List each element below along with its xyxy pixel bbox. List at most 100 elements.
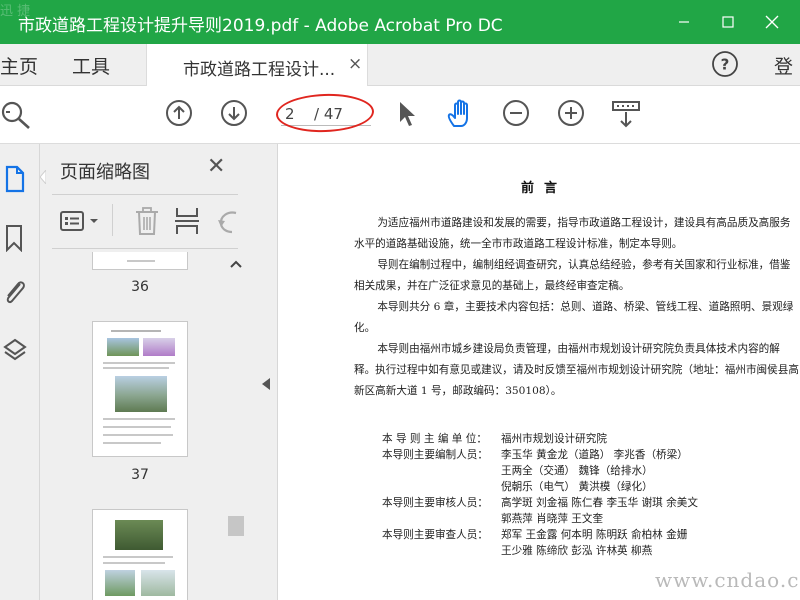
select-arrow-icon[interactable] [397, 100, 417, 128]
staff-role: 本导则主要编制人员： [382, 449, 488, 461]
title-bar: 迅 捷 市政道路工程设计提升导则2019.pdf - Adobe Acrobat… [0, 0, 800, 44]
thumbnail-photo [143, 338, 175, 356]
zoom-out-icon[interactable] [502, 99, 530, 127]
document-tab[interactable]: 市政道路工程设计... × [146, 44, 368, 87]
page-thumbnails-icon[interactable] [4, 165, 26, 193]
help-icon[interactable]: ? [711, 50, 739, 78]
attachment-icon[interactable] [2, 278, 28, 308]
page-thumbnail-38[interactable] [92, 509, 188, 600]
staff-row: 本导则主要审查人员： 郑军 王金露 何本明 陈明跃 俞柏林 金姗 [382, 527, 698, 543]
minimize-button[interactable] [662, 4, 706, 40]
panel-collapse-strip[interactable] [254, 144, 278, 600]
maximize-button[interactable] [706, 4, 750, 40]
panel-pointer-icon [40, 170, 46, 184]
staff-row: 王少雅 陈缔欣 彭泓 许林英 柳燕 [382, 543, 698, 559]
staff-names: 王两全（交通） 魏锋（给排水） [501, 465, 653, 477]
thumbnail-text-line [111, 330, 161, 332]
scroll-mode-icon[interactable] [611, 100, 641, 130]
page-heading: 前言 [520, 181, 567, 196]
staff-list: 本 导 则 主 编 单 位： 福州市规划设计研究院 本导则主要编制人员： 李玉华 黄… [382, 431, 698, 559]
document-tab-close-button[interactable]: × [348, 54, 362, 74]
paragraph: 本导则共分 6 章，主要技术内容包括：总则、道路、桥梁、管线工程、道路照明、景观… [354, 301, 794, 334]
document-page: 前言 为适应福州市道路建设和发展的需要，指导市政道路工程设计，建设具有高品质及高… [278, 144, 800, 600]
scrollbar-thumb[interactable] [228, 516, 244, 536]
divider [52, 248, 238, 249]
divider [52, 194, 238, 195]
thumbnail-options-icon[interactable] [59, 208, 103, 234]
next-page-icon[interactable] [220, 99, 248, 127]
document-tab-label: 市政道路工程设计... [183, 60, 336, 80]
document-viewer[interactable]: 前言 为适应福州市道路建设和发展的需要，指导市政道路工程设计，建设具有高品质及高… [278, 144, 800, 600]
page-thumbnails-panel: 页面缩略图 ✕ 36 37 [40, 144, 254, 600]
sign-in-button[interactable]: 登 [774, 52, 793, 79]
thumbnail-text-line [103, 556, 173, 558]
staff-role [382, 463, 501, 479]
maximize-icon [722, 16, 734, 28]
staff-row: 本导则主要审核人员： 高学斑 刘金福 陈仁春 李玉华 谢琪 余美文 [382, 495, 698, 511]
thumbnail-photo [141, 570, 175, 596]
thumbnails-close-button[interactable]: ✕ [207, 154, 225, 179]
staff-names: 郑军 王金露 何本明 陈明跃 俞柏林 金姗 [501, 529, 688, 541]
staff-names: 郭燕萍 肖晓萍 王文奎 [501, 513, 604, 525]
page-thumbnail-number: 37 [131, 467, 149, 483]
thumbnail-text-line [103, 426, 171, 428]
site-watermark: www.cndao.com [655, 568, 800, 592]
tools-tab[interactable]: 工具 [72, 52, 110, 79]
staff-row: 王两全（交通） 魏锋（给排水） [382, 463, 698, 479]
help-icon-glyph: ? [721, 56, 730, 74]
staff-names: 高学斑 刘金福 陈仁春 李玉华 谢琪 余美文 [501, 497, 698, 509]
staff-role [382, 511, 501, 527]
search-icon[interactable] [0, 99, 34, 131]
thumbnail-text-line [103, 362, 175, 364]
menu-bar: 主页 工具 市政道路工程设计... × ? 登 [0, 44, 800, 87]
staff-role: 本导则主要审查人员： [382, 529, 488, 541]
zoom-in-icon[interactable] [557, 99, 585, 127]
thumbnail-photo [115, 376, 167, 412]
thumbnail-text-line [103, 418, 175, 420]
thumbnail-text-line [127, 260, 155, 262]
thumbnail-photo [107, 338, 139, 356]
close-icon [765, 15, 779, 29]
staff-names: 福州市规划设计研究院 [501, 433, 607, 445]
delete-page-icon[interactable] [134, 206, 160, 236]
paragraph: 本导则由福州市城乡建设局负责管理，由福州市规划设计研究院负责具体技术内容的解释。… [354, 343, 799, 397]
thumbnail-photo [105, 570, 135, 596]
paragraph: 导则在编制过程中，编制组经调查研究，认真总结经验，参考有关国家和行业标准，借鉴相… [354, 259, 791, 292]
staff-row: 倪朝乐（电气） 黄洪模（绿化） [382, 479, 698, 495]
thumbnail-text-line [103, 434, 173, 436]
page-thumbnail-37[interactable] [92, 321, 188, 457]
thumbnails-title: 页面缩略图 [60, 162, 150, 183]
minimize-icon [679, 21, 689, 23]
staff-role: 本 导 则 主 编 单 位： [382, 433, 487, 445]
thumbnail-photo [115, 520, 163, 550]
thumbnail-text-line [103, 442, 161, 444]
thumbnails-scrollbar[interactable] [226, 256, 246, 600]
staff-row: 本导则主要编制人员： 李玉华 黄金龙（道路） 李兆香（桥梁） [382, 447, 698, 463]
chevron-up-icon[interactable] [230, 260, 242, 268]
collapse-panel-icon[interactable] [261, 377, 271, 391]
thumbnail-text-line [103, 562, 165, 564]
staff-role [382, 543, 501, 559]
window-title: 市政道路工程设计提升导则2019.pdf - Adobe Acrobat Pro… [18, 16, 503, 36]
staff-names: 王少雅 陈缔欣 彭泓 许林英 柳燕 [501, 545, 653, 557]
home-tab[interactable]: 主页 [0, 52, 38, 79]
staff-names: 倪朝乐（电气） 黄洪模（绿化） [501, 481, 653, 493]
thumbnail-text-line [103, 367, 169, 369]
staff-role [382, 479, 501, 495]
undo-icon[interactable] [216, 208, 238, 236]
toolbar-divider [112, 204, 113, 236]
layers-icon[interactable] [2, 337, 28, 367]
page-thumbnail-36[interactable] [92, 252, 188, 270]
hand-tool-icon[interactable] [445, 98, 477, 130]
document-body: 为适应福州市道路建设和发展的需要，指导市政道路工程设计，建设具有高品质及高服务水… [354, 213, 800, 402]
page-thumbnail-number: 36 [131, 279, 149, 295]
insert-page-icon[interactable] [174, 206, 200, 236]
staff-role: 本导则主要审核人员： [382, 497, 488, 509]
close-window-button[interactable] [750, 4, 794, 40]
staff-names: 李玉华 黄金龙（道路） 李兆香（桥梁） [501, 449, 688, 461]
left-tool-rail [0, 144, 40, 600]
staff-row: 郭燕萍 肖晓萍 王文奎 [382, 511, 698, 527]
bookmark-icon[interactable] [4, 224, 24, 252]
paragraph: 为适应福州市道路建设和发展的需要，指导市政道路工程设计，建设具有高品质及高服务水… [354, 217, 791, 250]
previous-page-icon[interactable] [165, 99, 193, 127]
